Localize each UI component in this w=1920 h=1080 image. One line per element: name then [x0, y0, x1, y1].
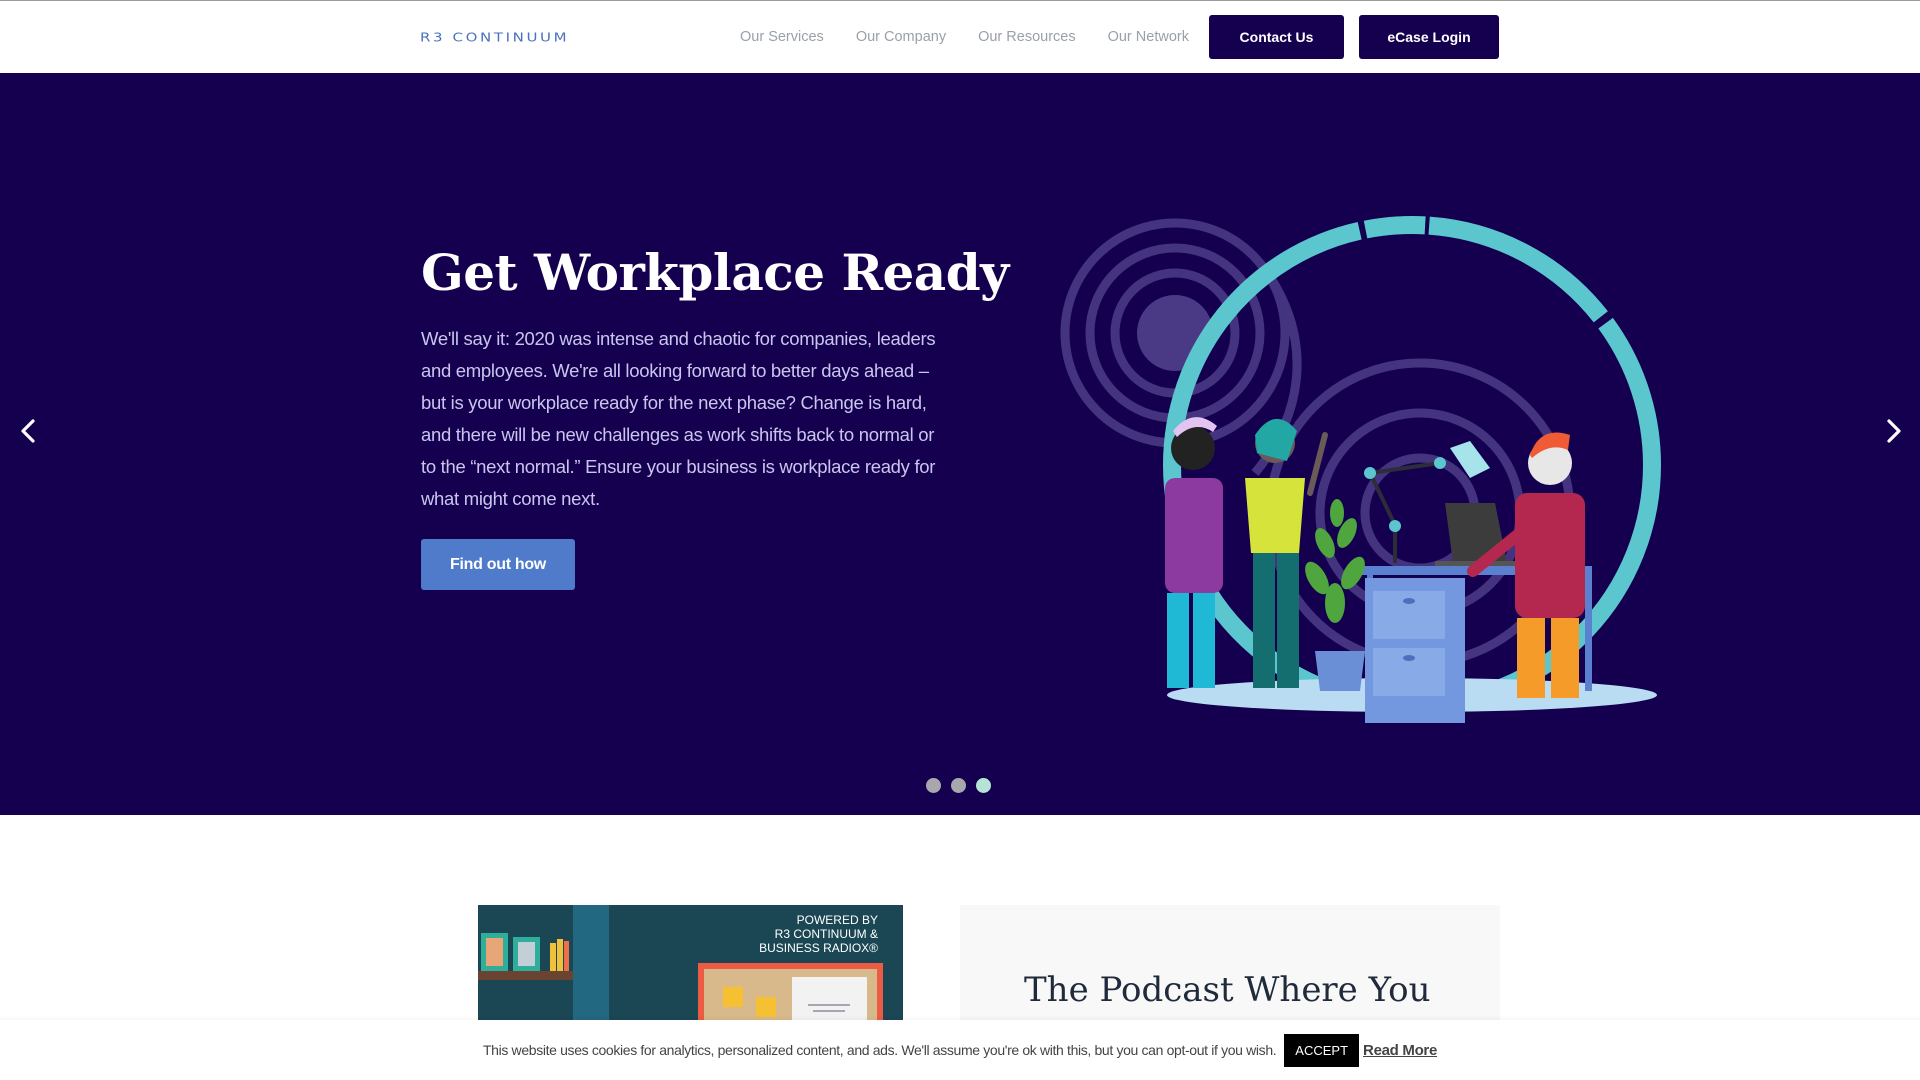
background-rings — [1060, 218, 1575, 668]
powered-by-text: POWERED BY R3 CONTINUUM & BUSINESS RADIO… — [759, 913, 878, 955]
carousel-next-button[interactable] — [1878, 413, 1908, 449]
plant-pot — [1315, 651, 1365, 691]
contact-us-button[interactable]: Contact Us — [1209, 15, 1344, 59]
carousel-dots — [926, 778, 991, 793]
nav-our-services[interactable]: Our Services — [740, 29, 824, 45]
hero-body: We'll say it: 2020 was intense and chaot… — [421, 328, 936, 509]
person-middle — [1245, 418, 1328, 688]
carousel-dot-2[interactable] — [951, 778, 966, 793]
cookie-message: This website uses cookies for analytics,… — [482, 1042, 1277, 1058]
cookie-accept-button[interactable]: ACCEPT — [1284, 1033, 1360, 1067]
main-nav: Our Services Our Company Our Resources O… — [740, 1, 1221, 73]
nav-our-resources[interactable]: Our Resources — [978, 29, 1076, 45]
podcast-title: The Podcast Where You — [1024, 970, 1431, 1010]
chevron-left-icon — [21, 419, 35, 443]
cookie-read-more-link[interactable]: Read More — [1363, 1042, 1437, 1059]
workplace-illustration — [1060, 216, 1661, 723]
hero-carousel: Get Workplace Ready We'll say it: 2020 w… — [0, 73, 1920, 815]
find-out-how-button[interactable]: Find out how — [421, 539, 575, 590]
carousel-prev-button[interactable] — [14, 413, 44, 449]
cookie-consent-bar: This website uses cookies for analytics,… — [0, 1020, 1920, 1080]
powered-line-2: R3 CONTINUUM & — [774, 927, 878, 941]
nav-our-company[interactable]: Our Company — [856, 29, 946, 45]
person-left — [1165, 417, 1223, 688]
filing-cabinet — [1365, 578, 1465, 723]
logo[interactable]: R3 CONTINUUM — [420, 29, 569, 44]
ecase-login-button[interactable]: eCase Login — [1359, 15, 1499, 59]
carousel-dot-1[interactable] — [926, 778, 941, 793]
chevron-right-icon — [1887, 419, 1901, 443]
site-header: R3 CONTINUUM Our Services Our Company Ou… — [0, 1, 1920, 73]
hero-title: Get Workplace Ready — [421, 243, 1009, 302]
carousel-dot-3[interactable] — [976, 778, 991, 793]
powered-line-1: POWERED BY — [796, 913, 878, 927]
powered-line-3: BUSINESS RADIOX® — [759, 941, 878, 955]
nav-our-network[interactable]: Our Network — [1108, 29, 1189, 45]
